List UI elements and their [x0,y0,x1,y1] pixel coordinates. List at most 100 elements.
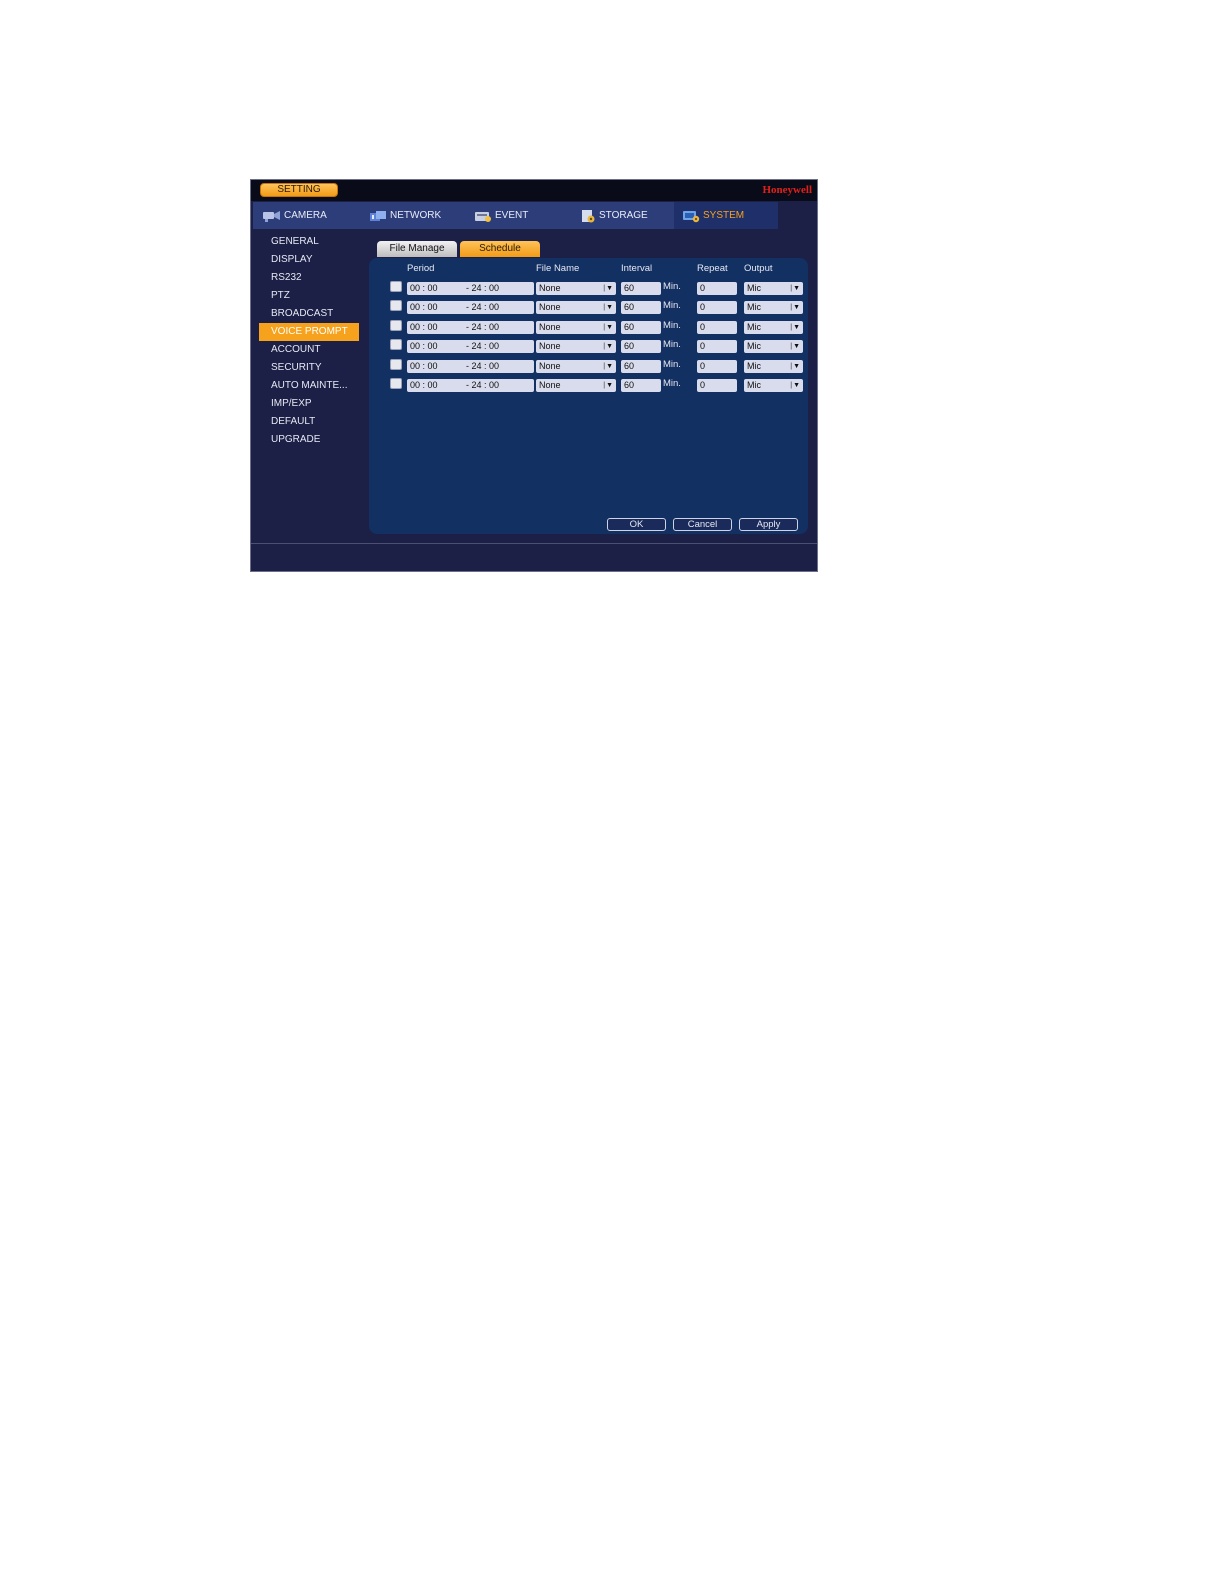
tab-event[interactable]: EVENT [466,202,570,229]
period-end: - 24 : 00 [466,322,500,332]
chevron-down-icon: ▼ [790,301,800,314]
period-end: - 24 : 00 [466,361,500,371]
period-field[interactable]: 00 : 00 - 24 : 00 [407,301,534,314]
tab-camera-label: CAMERA [284,210,327,221]
period-field[interactable]: 00 : 00 - 24 : 00 [407,360,534,373]
camera-icon [261,209,281,223]
apply-button[interactable]: Apply [739,518,798,531]
top-nav: CAMERA NETWORK EVENT STORAGE SYSTEM [253,202,778,229]
row-enable-checkbox[interactable] [390,378,402,389]
file-name-select[interactable]: None ▼ [536,340,616,353]
file-name-value: None [539,283,561,293]
file-name-select[interactable]: None ▼ [536,360,616,373]
sidebar-item-auto-maintain[interactable]: AUTO MAINTE... [259,377,359,395]
file-name-select[interactable]: None ▼ [536,379,616,392]
status-bar-divider [251,543,817,544]
sidebar-item-imp-exp[interactable]: IMP/EXP [259,395,359,413]
chevron-down-icon: ▼ [790,360,800,373]
sidebar-item-ptz[interactable]: PTZ [259,287,359,305]
table-row: 00 : 00 - 24 : 00 None ▼ 60 Min. 0 Mic ▼ [369,300,808,314]
row-enable-checkbox[interactable] [390,359,402,370]
period-field[interactable]: 00 : 00 - 24 : 00 [407,282,534,295]
period-end: - 24 : 00 [466,302,500,312]
interval-input[interactable]: 60 [621,360,661,373]
file-name-value: None [539,380,561,390]
header-file-name: File Name [536,263,580,274]
chevron-down-icon: ▼ [603,360,613,373]
file-name-value: None [539,302,561,312]
output-select[interactable]: Mic ▼ [744,282,803,295]
brand-logo: Honeywell [762,184,813,196]
sidebar-item-general[interactable]: GENERAL [259,233,359,251]
file-name-select[interactable]: None ▼ [536,321,616,334]
sidebar-item-broadcast[interactable]: BROADCAST [259,305,359,323]
header-period: Period [407,263,435,274]
interval-unit: Min. [663,378,681,389]
sidebar-item-display[interactable]: DISPLAY [259,251,359,269]
repeat-input[interactable]: 0 [697,340,737,353]
row-enable-checkbox[interactable] [390,300,402,311]
output-select[interactable]: Mic ▼ [744,360,803,373]
chevron-down-icon: ▼ [790,340,800,353]
period-field[interactable]: 00 : 00 - 24 : 00 [407,379,534,392]
period-start: 00 : 00 [410,361,438,371]
tab-camera[interactable]: CAMERA [253,202,359,229]
interval-input[interactable]: 60 [621,379,661,392]
sidebar-item-security[interactable]: SECURITY [259,359,359,377]
file-name-select[interactable]: None ▼ [536,282,616,295]
cancel-button[interactable]: Cancel [673,518,732,531]
schedule-panel: Period File Name Interval Repeat Output … [369,258,808,534]
interval-unit: Min. [663,300,681,311]
output-select[interactable]: Mic ▼ [744,301,803,314]
output-select[interactable]: Mic ▼ [744,340,803,353]
file-name-value: None [539,341,561,351]
repeat-input[interactable]: 0 [697,360,737,373]
interval-input[interactable]: 60 [621,321,661,334]
settings-window: SETTING Honeywell CAMERA NETWORK EVENT S… [250,179,818,572]
sidebar-item-default[interactable]: DEFAULT [259,413,359,431]
output-value: Mic [747,322,761,332]
tab-storage-label: STORAGE [599,210,648,221]
output-value: Mic [747,283,761,293]
file-name-value: None [539,361,561,371]
system-icon [682,209,700,223]
period-start: 00 : 00 [410,302,438,312]
tab-file-manage[interactable]: File Manage [377,241,457,257]
row-enable-checkbox[interactable] [390,339,402,350]
period-start: 00 : 00 [410,283,438,293]
output-value: Mic [747,302,761,312]
storage-icon [580,209,596,223]
interval-input[interactable]: 60 [621,301,661,314]
sidebar-item-account[interactable]: ACCOUNT [259,341,359,359]
repeat-input[interactable]: 0 [697,282,737,295]
output-select[interactable]: Mic ▼ [744,379,803,392]
table-row: 00 : 00 - 24 : 00 None ▼ 60 Min. 0 Mic ▼ [369,339,808,353]
tab-system-label: SYSTEM [703,210,745,221]
row-enable-checkbox[interactable] [390,281,402,292]
repeat-input[interactable]: 0 [697,301,737,314]
setting-button[interactable]: SETTING [260,183,338,197]
interval-unit: Min. [663,339,681,350]
tab-storage[interactable]: STORAGE [572,202,675,229]
period-field[interactable]: 00 : 00 - 24 : 00 [407,321,534,334]
period-field[interactable]: 00 : 00 - 24 : 00 [407,340,534,353]
period-start: 00 : 00 [410,322,438,332]
sidebar-item-rs232[interactable]: RS232 [259,269,359,287]
interval-unit: Min. [663,320,681,331]
header-repeat: Repeat [697,263,728,274]
repeat-input[interactable]: 0 [697,321,737,334]
interval-input[interactable]: 60 [621,282,661,295]
sidebar-item-voice-prompt[interactable]: VOICE PROMPT [259,323,359,341]
tab-system[interactable]: SYSTEM [674,202,778,229]
file-name-select[interactable]: None ▼ [536,301,616,314]
tab-schedule[interactable]: Schedule [460,241,540,257]
sidebar-item-upgrade[interactable]: UPGRADE [259,431,359,449]
header-output: Output [744,263,773,274]
ok-button[interactable]: OK [607,518,666,531]
tab-network[interactable]: NETWORK [361,202,465,229]
output-select[interactable]: Mic ▼ [744,321,803,334]
row-enable-checkbox[interactable] [390,320,402,331]
interval-input[interactable]: 60 [621,340,661,353]
repeat-input[interactable]: 0 [697,379,737,392]
output-value: Mic [747,341,761,351]
